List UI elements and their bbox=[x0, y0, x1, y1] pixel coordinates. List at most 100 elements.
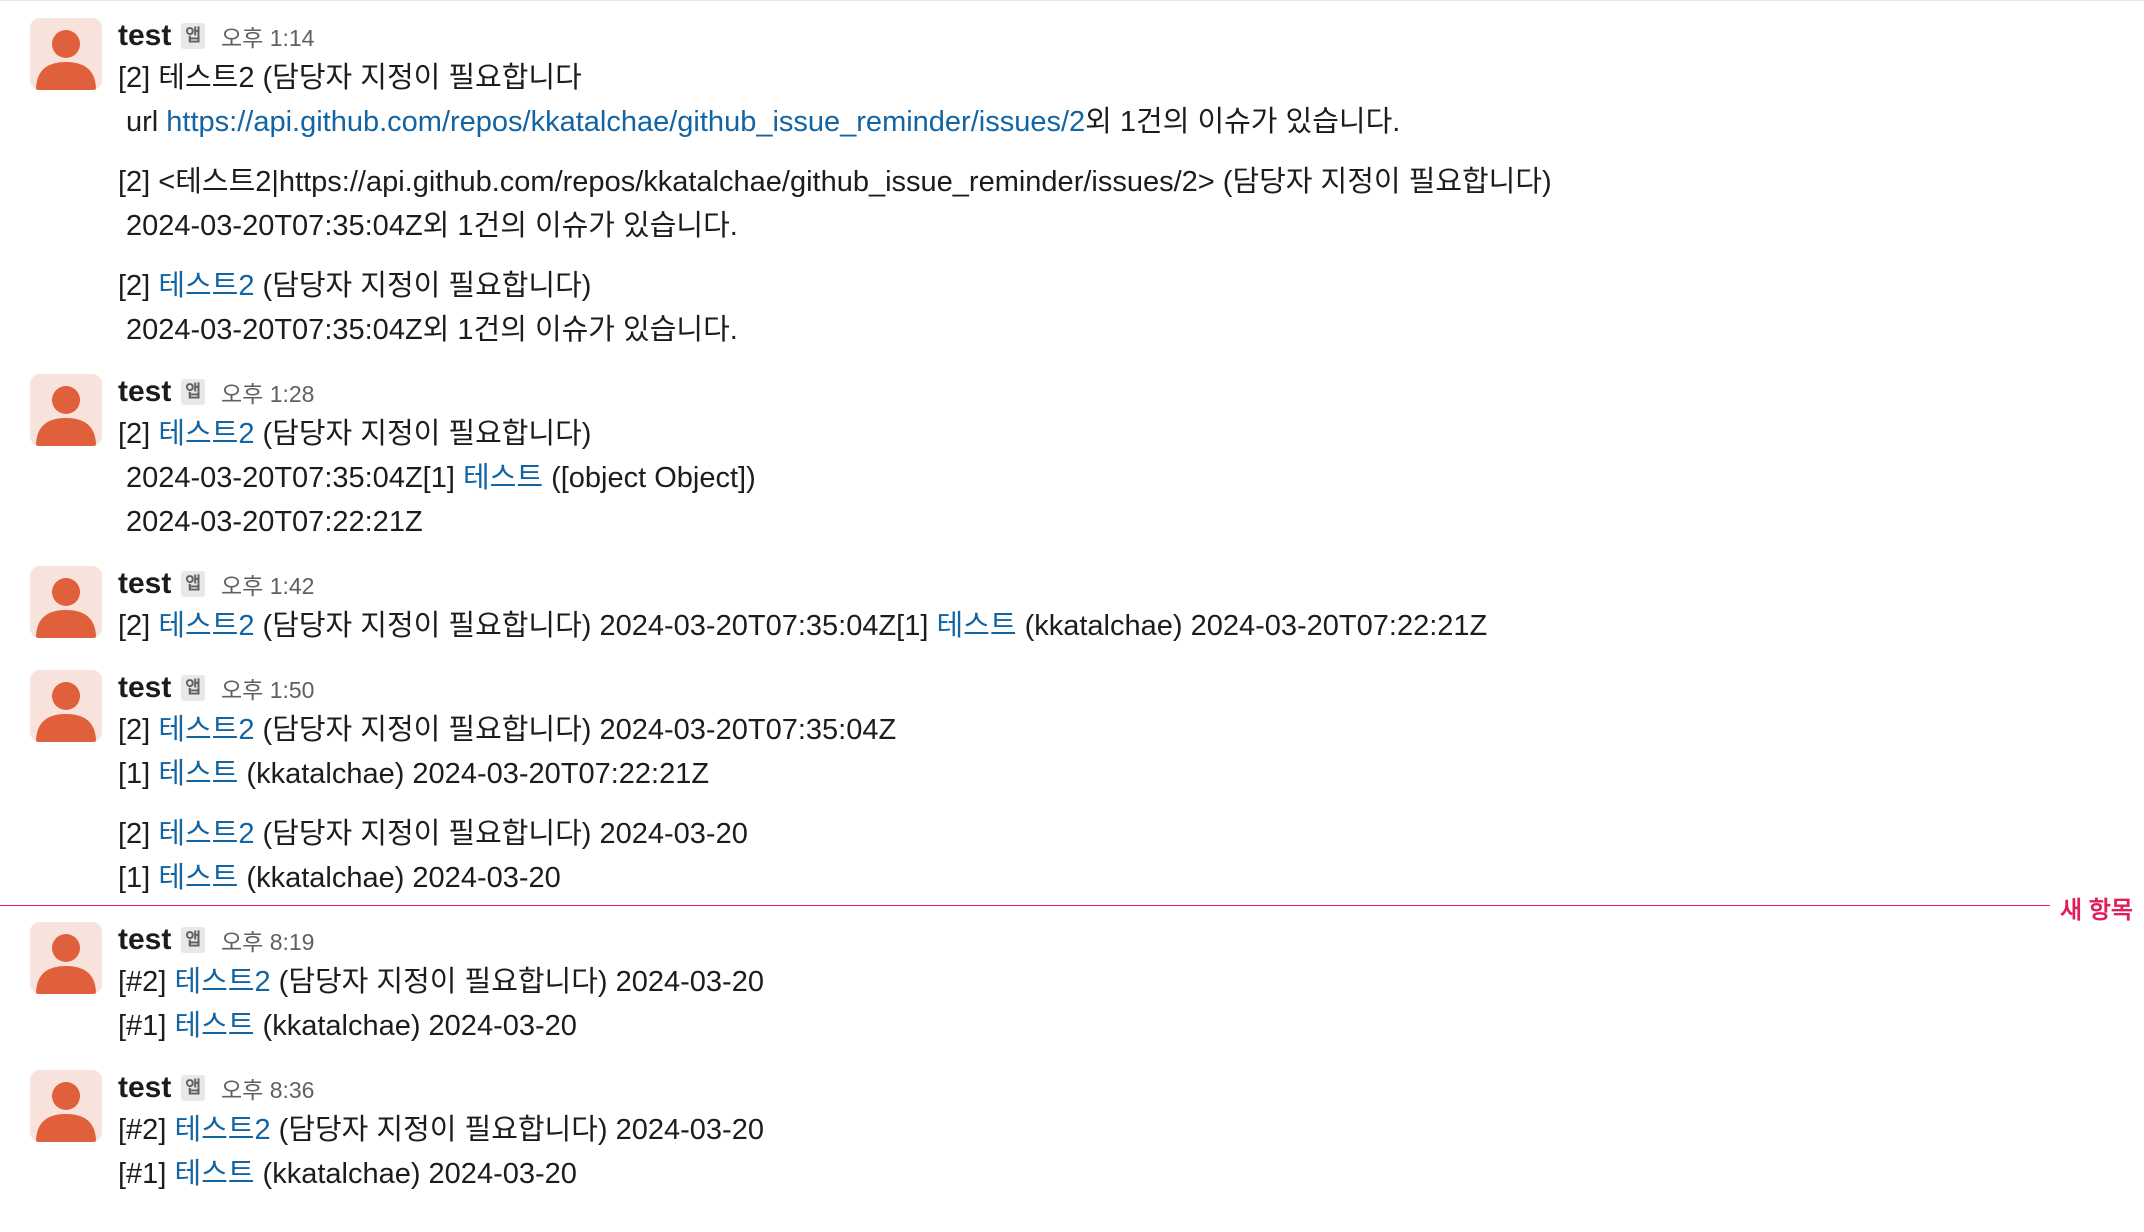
message-body: [2] 테스트2 (담당자 지정이 필요합니다 url https://api.… bbox=[118, 56, 1552, 352]
user-avatar-icon bbox=[36, 934, 96, 994]
sender-name[interactable]: test bbox=[118, 375, 171, 409]
line-text: [1] bbox=[118, 758, 159, 790]
app-badge: 앱 bbox=[181, 571, 205, 597]
line-text: (담당자 지정이 필요합니다) 2024-03-20 bbox=[270, 1114, 764, 1146]
line-text: 2024-03-20T07:35:04Z외 1건의 이슈가 있습니다. bbox=[126, 314, 738, 346]
avatar[interactable] bbox=[30, 670, 102, 742]
line-text: [2] bbox=[118, 714, 159, 746]
message-line: [1] 테스트 (kkatalchae) 2024-03-20T07:22:21… bbox=[118, 752, 896, 796]
message-line: [2] <테스트2|https://api.github.com/repos/k… bbox=[118, 160, 1552, 204]
issue-link[interactable]: 테스트2 bbox=[158, 714, 254, 746]
line-text: 2024-03-20T07:35:04Z[1] bbox=[126, 462, 463, 494]
message-body: [#2] 테스트2 (담당자 지정이 필요합니다) 2024-03-20 [#1… bbox=[118, 1108, 764, 1196]
sender-name[interactable]: test bbox=[118, 671, 171, 705]
message-header: test 앱 오후 1:14 bbox=[118, 18, 314, 54]
message-line: 2024-03-20T07:35:04Z외 1건의 이슈가 있습니다. bbox=[118, 204, 1552, 248]
issue-link[interactable]: 테스트2 bbox=[158, 418, 254, 450]
avatar[interactable] bbox=[30, 922, 102, 994]
message-header: test 앱 오후 8:19 bbox=[118, 922, 314, 958]
line-text: [#1] bbox=[118, 1010, 175, 1042]
issue-link[interactable]: 테스트 bbox=[463, 462, 543, 494]
issue-link[interactable]: 테스트 bbox=[158, 862, 238, 894]
message-timestamp[interactable]: 오후 1:28 bbox=[221, 375, 314, 409]
user-avatar-icon bbox=[36, 30, 96, 90]
message-timestamp[interactable]: 오후 8:36 bbox=[221, 1071, 314, 1105]
message-timestamp[interactable]: 오후 1:14 bbox=[221, 19, 314, 53]
line-text: (담당자 지정이 필요합니다) 2024-03-20 bbox=[270, 966, 764, 998]
line-text: 외 1건의 이슈가 있습니다. bbox=[1085, 106, 1401, 138]
sender-name[interactable]: test bbox=[118, 19, 171, 53]
message-header: test 앱 오후 1:42 bbox=[118, 566, 314, 602]
line-text: (담당자 지정이 필요합니다) 2024-03-20T07:35:04Z[1] bbox=[254, 610, 937, 642]
line-text: [#2] bbox=[118, 1114, 175, 1146]
line-text: (kkatalchae) 2024-03-20 bbox=[254, 1010, 577, 1042]
app-badge: 앱 bbox=[181, 927, 205, 953]
sender-name[interactable]: test bbox=[118, 1071, 171, 1105]
line-text: [2] bbox=[118, 270, 159, 302]
issue-link[interactable]: 테스트2 bbox=[158, 610, 254, 642]
issue-link[interactable]: 테스트2 bbox=[174, 966, 270, 998]
message-line: [#1] 테스트 (kkatalchae) 2024-03-20 bbox=[118, 1004, 764, 1048]
message-timestamp[interactable]: 오후 8:19 bbox=[221, 923, 314, 957]
issue-link[interactable]: 테스트 bbox=[174, 1010, 254, 1042]
line-text: (담당자 지정이 필요합니다) bbox=[254, 270, 592, 302]
line-text: (kkatalchae) 2024-03-20 bbox=[254, 1158, 577, 1190]
avatar[interactable] bbox=[30, 374, 102, 446]
top-divider bbox=[0, 0, 2144, 1]
issue-link[interactable]: 테스트 bbox=[174, 1158, 254, 1190]
app-badge: 앱 bbox=[181, 1075, 205, 1101]
message-header: test 앱 오후 1:28 bbox=[118, 374, 314, 410]
line-text: [2] <테스트2|https://api.github.com/repos/k… bbox=[118, 166, 1552, 198]
sender-name[interactable]: test bbox=[118, 567, 171, 601]
message-timestamp[interactable]: 오후 1:42 bbox=[221, 567, 314, 601]
message-line: [#1] 테스트 (kkatalchae) 2024-03-20 bbox=[118, 1152, 764, 1196]
line-text: (kkatalchae) 2024-03-20 bbox=[238, 862, 561, 894]
message-line: url https://api.github.com/repos/kkatalc… bbox=[118, 100, 1552, 144]
new-messages-divider bbox=[0, 905, 2050, 906]
user-avatar-icon bbox=[36, 386, 96, 446]
message-line: [2] 테스트2 (담당자 지정이 필요합니다) bbox=[118, 264, 1552, 308]
line-text: 2024-03-20T07:22:21Z bbox=[126, 506, 423, 538]
message-timestamp[interactable]: 오후 1:50 bbox=[221, 671, 314, 705]
user-avatar-icon bbox=[36, 682, 96, 742]
message-line: 2024-03-20T07:22:21Z bbox=[118, 500, 756, 544]
line-text: [2] bbox=[118, 418, 159, 450]
line-text: (담당자 지정이 필요합니다) 2024-03-20T07:35:04Z bbox=[254, 714, 897, 746]
user-avatar-icon bbox=[36, 578, 96, 638]
issue-link[interactable]: 테스트 bbox=[158, 758, 238, 790]
message-body: [2] 테스트2 (담당자 지정이 필요합니다) 2024-03-20T07:3… bbox=[118, 412, 756, 544]
issue-url-link[interactable]: https://api.github.com/repos/kkatalchae/… bbox=[166, 106, 1085, 138]
app-badge: 앱 bbox=[181, 675, 205, 701]
avatar[interactable] bbox=[30, 1070, 102, 1142]
sender-name[interactable]: test bbox=[118, 923, 171, 957]
message-body: [2] 테스트2 (담당자 지정이 필요합니다) 2024-03-20T07:3… bbox=[118, 708, 896, 900]
message-line: [2] 테스트2 (담당자 지정이 필요합니다) 2024-03-20 bbox=[118, 812, 896, 856]
line-text: (kkatalchae) 2024-03-20T07:22:21Z bbox=[1016, 610, 1488, 642]
message-line: [#2] 테스트2 (담당자 지정이 필요합니다) 2024-03-20 bbox=[118, 1108, 764, 1152]
app-badge: 앱 bbox=[181, 23, 205, 49]
message-body: [2] 테스트2 (담당자 지정이 필요합니다) 2024-03-20T07:3… bbox=[118, 604, 1487, 648]
issue-link[interactable]: 테스트2 bbox=[158, 270, 254, 302]
line-text: (kkatalchae) 2024-03-20T07:22:21Z bbox=[238, 758, 710, 790]
message-line: 2024-03-20T07:35:04Z[1] 테스트 ([object Obj… bbox=[118, 456, 756, 500]
app-badge: 앱 bbox=[181, 379, 205, 405]
line-text: [#2] bbox=[118, 966, 175, 998]
line-text: 2024-03-20T07:35:04Z외 1건의 이슈가 있습니다. bbox=[126, 210, 738, 242]
issue-link[interactable]: 테스트 bbox=[936, 610, 1016, 642]
issue-link[interactable]: 테스트2 bbox=[158, 818, 254, 850]
line-text: (담당자 지정이 필요합니다) bbox=[254, 418, 592, 450]
message-line: [2] 테스트2 (담당자 지정이 필요합니다) 2024-03-20T07:3… bbox=[118, 708, 896, 752]
avatar[interactable] bbox=[30, 566, 102, 638]
message-line: 2024-03-20T07:35:04Z외 1건의 이슈가 있습니다. bbox=[118, 308, 1552, 352]
line-text: [#1] bbox=[118, 1158, 175, 1190]
line-text: [2] bbox=[118, 610, 159, 642]
user-avatar-icon bbox=[36, 1082, 96, 1142]
line-text: ([object Object]) bbox=[543, 462, 756, 494]
message-header: test 앱 오후 1:50 bbox=[118, 670, 314, 706]
message-line: [2] 테스트2 (담당자 지정이 필요합니다 bbox=[118, 56, 1552, 100]
message-line: [#2] 테스트2 (담당자 지정이 필요합니다) 2024-03-20 bbox=[118, 960, 764, 1004]
issue-link[interactable]: 테스트2 bbox=[174, 1114, 270, 1146]
message-line: [2] 테스트2 (담당자 지정이 필요합니다) bbox=[118, 412, 756, 456]
avatar[interactable] bbox=[30, 18, 102, 90]
message-body: [#2] 테스트2 (담당자 지정이 필요합니다) 2024-03-20 [#1… bbox=[118, 960, 764, 1048]
